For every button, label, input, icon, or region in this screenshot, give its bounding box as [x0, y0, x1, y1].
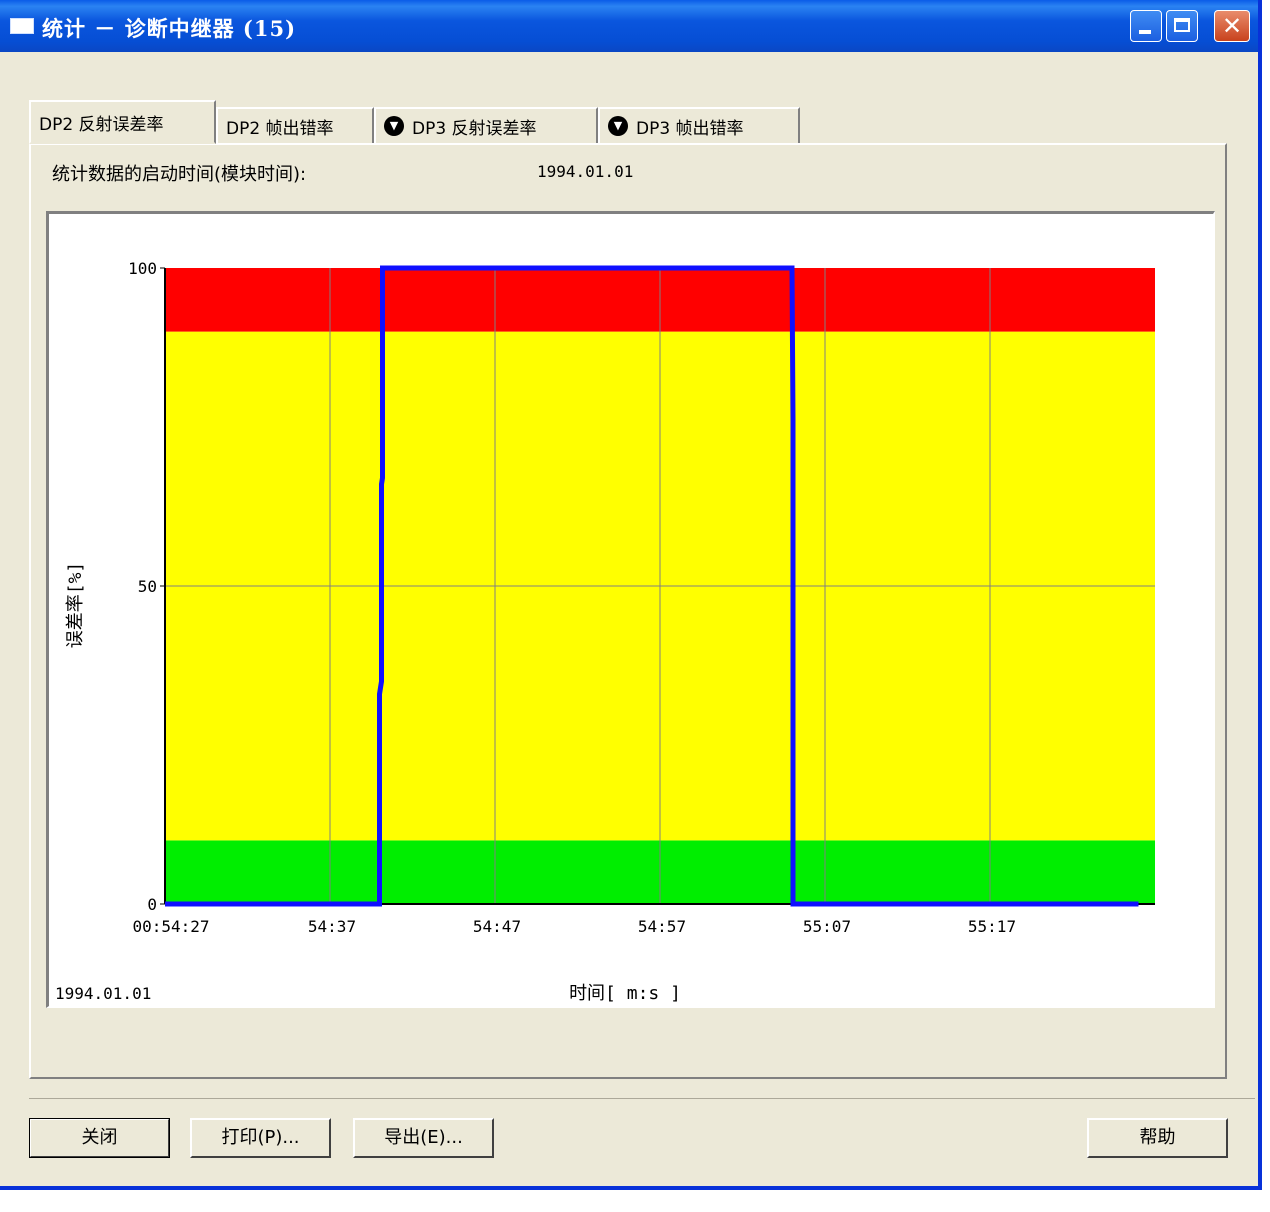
y-tick-label: 50: [138, 577, 157, 596]
down-arrow-circle-icon: ▼: [384, 116, 404, 136]
minimize-button[interactable]: [1130, 10, 1162, 42]
close-button[interactable]: 关闭: [29, 1118, 170, 1158]
y-tick-label: 100: [128, 259, 157, 278]
title-bar[interactable]: 统计 － 诊断中继器 (15) ✕: [0, 0, 1258, 52]
start-time-value: 1994.01.01: [537, 162, 634, 181]
tab-label: DP3 帧出错率: [636, 118, 744, 139]
error-rate-chart: 0 50 100 00:54:27 54:37 54:47 54:57 55:07 55:17…: [55, 259, 1155, 1004]
start-time-label: 统计数据的启动时间(模块时间):: [52, 164, 307, 185]
tab-dp2-reflection-error[interactable]: DP2 反射误差率: [29, 100, 216, 144]
tab-dp3-frame-error[interactable]: ▼ DP3 帧出错率: [598, 107, 800, 143]
y-tick-label: 0: [147, 895, 157, 914]
x-tick-label: 55:17: [968, 917, 1016, 936]
chart-frame: 0 50 100 00:54:27 54:37 54:47 54:57 55:07 55:17…: [46, 211, 1215, 1008]
x-axis-label: 时间[ m:s ]: [569, 983, 681, 1004]
help-button[interactable]: 帮助: [1087, 1118, 1228, 1158]
separator: [29, 1098, 1255, 1099]
close-window-button[interactable]: ✕: [1214, 10, 1250, 42]
x-tick-label: 55:07: [803, 917, 851, 936]
minimize-icon: [1139, 30, 1151, 34]
tab-dp3-reflection-error[interactable]: ▼ DP3 反射误差率: [374, 107, 598, 143]
maximize-icon: [1174, 18, 1190, 32]
tab-label: DP3 反射误差率: [412, 118, 537, 139]
x-tick-label: 54:37: [308, 917, 356, 936]
export-button[interactable]: 导出(E)...: [353, 1118, 494, 1158]
close-icon: ✕: [1221, 12, 1243, 40]
down-arrow-circle-icon: ▼: [608, 116, 628, 136]
y-axis-label: 误差率[%]: [65, 562, 86, 649]
print-button[interactable]: 打印(P)...: [190, 1118, 331, 1158]
chart-date-label: 1994.01.01: [55, 984, 151, 1003]
x-tick-label: 54:57: [638, 917, 686, 936]
tab-label: DP2 帧出错率: [226, 118, 334, 139]
x-tick-label: 54:47: [473, 917, 521, 936]
window-icon: [10, 18, 34, 34]
tab-label: DP2 反射误差率: [39, 114, 164, 135]
statistics-window: 统计 － 诊断中继器 (15) ✕ DP2 反射误差率 DP2 帧出错率 ▼ D…: [0, 0, 1262, 1190]
maximize-button[interactable]: [1166, 10, 1198, 42]
x-tick-label: 00:54:27: [132, 917, 209, 936]
tab-dp2-frame-error[interactable]: DP2 帧出错率: [216, 107, 374, 143]
window-title: 统计 － 诊断中继器 (15): [42, 16, 297, 41]
